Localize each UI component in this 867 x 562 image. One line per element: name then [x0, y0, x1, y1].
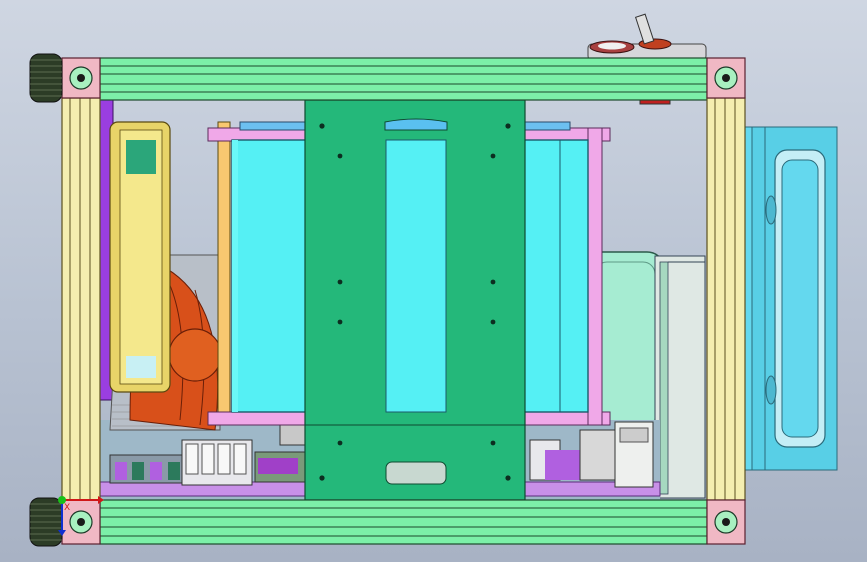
top-rail [99, 57, 708, 101]
x-axis-label: X [64, 503, 71, 513]
mounting-bracket [304, 99, 526, 501]
knob-bottom [29, 497, 63, 547]
knob-top [29, 53, 63, 103]
cad-viewport[interactable]: X [0, 0, 867, 562]
right-post [706, 97, 746, 501]
enclosure-assembly-drawing [29, 13, 838, 547]
right-pcb-bracket [654, 255, 706, 499]
cooling-fan [97, 99, 231, 431]
side-handle [741, 126, 838, 471]
bottom-rail [99, 499, 708, 545]
left-post [61, 97, 101, 501]
